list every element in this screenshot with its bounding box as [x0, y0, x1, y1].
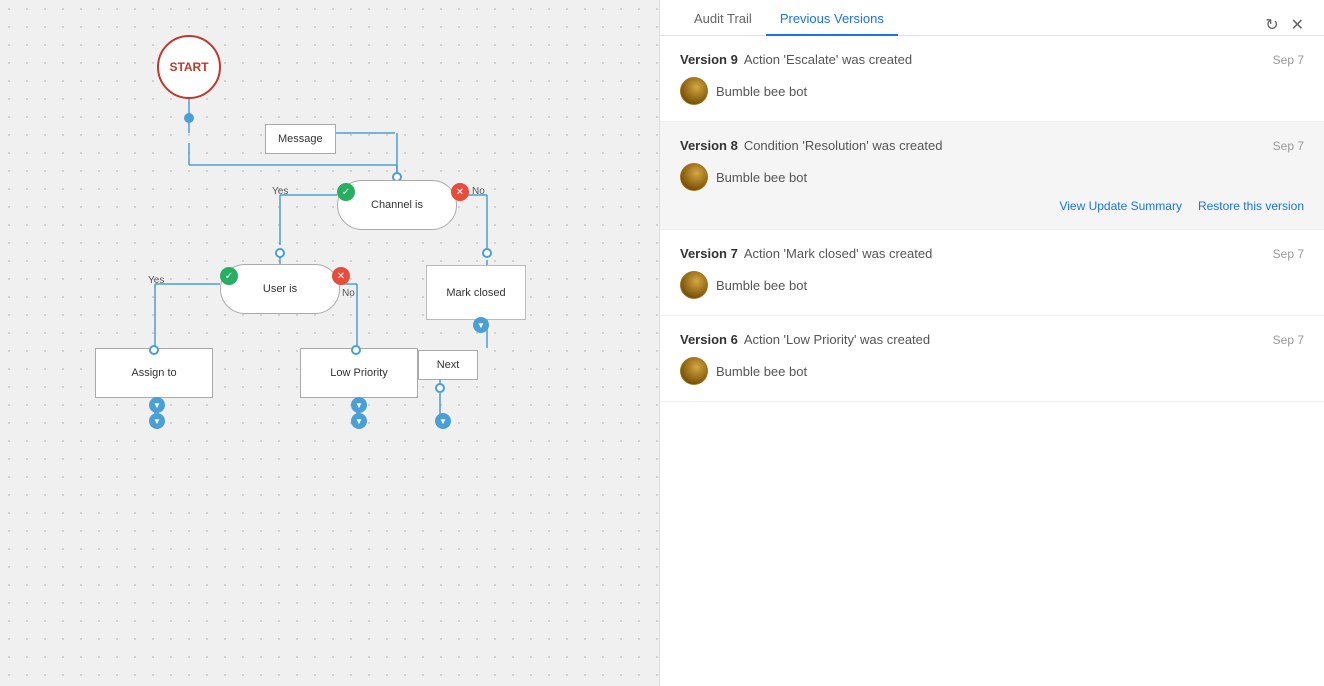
version-6-header: Version 6 Action 'Low Priority' was crea…	[680, 332, 1304, 347]
version-7-avatar	[680, 271, 708, 299]
version-item-7: Version 7 Action 'Mark closed' was creat…	[660, 230, 1324, 316]
tab-actions: ↻ ✕	[1265, 15, 1304, 35]
version-6-title: Version 6 Action 'Low Priority' was crea…	[680, 332, 930, 347]
version-9-num: Version 9	[680, 52, 738, 67]
flow-diagram: START Message Channel is ✓ ✕ Yes No User…	[0, 0, 660, 686]
next-node: Next	[418, 350, 478, 380]
assign-chevron: ▼	[149, 397, 165, 413]
yes-label-2: Yes	[148, 275, 164, 286]
tab-audit-trail[interactable]: Audit Trail	[680, 3, 766, 36]
version-7-num: Version 7	[680, 246, 738, 261]
no-label-2: No	[342, 288, 355, 299]
version-7-header: Version 7 Action 'Mark closed' was creat…	[680, 246, 1304, 261]
version-6-user: Bumble bee bot	[680, 357, 1304, 385]
version-9-title: Version 9 Action 'Escalate' was created	[680, 52, 912, 67]
message-node: Message	[265, 124, 336, 154]
version-8-footer: View Update Summary Restore this version	[680, 199, 1304, 213]
version-8-header: Version 8 Condition 'Resolution' was cre…	[680, 138, 1304, 153]
channel-check-icon: ✓	[337, 183, 355, 201]
version-8-date: Sep 7	[1273, 139, 1304, 153]
version-6-date: Sep 7	[1273, 333, 1304, 347]
start-node: START	[157, 35, 221, 99]
channel-cross-icon: ✕	[451, 183, 469, 201]
yes-label-1: Yes	[272, 186, 288, 197]
version-6-avatar	[680, 357, 708, 385]
version-8-avatar	[680, 163, 708, 191]
connector-dot-assign-top	[149, 345, 159, 355]
connector-dot-lp-top	[351, 345, 361, 355]
version-7-title: Version 7 Action 'Mark closed' was creat…	[680, 246, 932, 261]
version-8-user: Bumble bee bot	[680, 163, 1304, 191]
lp-chevron-2: ▼	[351, 413, 367, 429]
no-label-1: No	[472, 186, 485, 197]
connector-dot-1	[184, 113, 194, 123]
connector-dot-3	[275, 248, 285, 258]
channel-node: Channel is	[337, 180, 457, 230]
version-7-date: Sep 7	[1273, 247, 1304, 261]
version-list: Version 9 Action 'Escalate' was created …	[660, 36, 1324, 686]
version-6-username: Bumble bee bot	[716, 364, 807, 379]
version-6-desc: Action 'Low Priority' was created	[744, 332, 930, 347]
version-item-8: Version 8 Condition 'Resolution' was cre…	[660, 122, 1324, 230]
next-chevron-2: ▼	[435, 413, 451, 429]
tabs-bar: Audit Trail Previous Versions ↻ ✕	[660, 0, 1324, 36]
close-button[interactable]: ✕	[1291, 15, 1304, 35]
connector-dot-next	[435, 383, 445, 393]
version-9-username: Bumble bee bot	[716, 84, 807, 99]
version-6-num: Version 6	[680, 332, 738, 347]
version-7-user: Bumble bee bot	[680, 271, 1304, 299]
refresh-button[interactable]: ↻	[1265, 15, 1278, 35]
version-8-num: Version 8	[680, 138, 738, 153]
version-9-date: Sep 7	[1273, 53, 1304, 67]
low-priority-node: Low Priority	[300, 348, 418, 398]
right-panel: Audit Trail Previous Versions ↻ ✕ Versio…	[660, 0, 1324, 686]
assign-chevron-2: ▼	[149, 413, 165, 429]
version-8-username: Bumble bee bot	[716, 170, 807, 185]
user-node: User is	[220, 264, 340, 314]
version-9-desc: Action 'Escalate' was created	[744, 52, 912, 67]
version-item-6: Version 6 Action 'Low Priority' was crea…	[660, 316, 1324, 402]
version-7-username: Bumble bee bot	[716, 278, 807, 293]
user-check-icon: ✓	[220, 267, 238, 285]
view-summary-button[interactable]: View Update Summary	[1059, 199, 1182, 213]
version-7-desc: Action 'Mark closed' was created	[744, 246, 933, 261]
version-9-user: Bumble bee bot	[680, 77, 1304, 105]
version-8-title: Version 8 Condition 'Resolution' was cre…	[680, 138, 942, 153]
version-8-desc: Condition 'Resolution' was created	[744, 138, 943, 153]
version-9-avatar	[680, 77, 708, 105]
restore-version-button[interactable]: Restore this version	[1198, 199, 1304, 213]
tab-previous-versions[interactable]: Previous Versions	[766, 3, 898, 36]
mark-closed-chevron: ▼	[473, 317, 489, 333]
assign-node: Assign to	[95, 348, 213, 398]
lp-chevron: ▼	[351, 397, 367, 413]
user-cross-icon: ✕	[332, 267, 350, 285]
version-item-9: Version 9 Action 'Escalate' was created …	[660, 36, 1324, 122]
mark-closed-node: Mark closed	[426, 265, 526, 320]
connector-dot-4	[482, 248, 492, 258]
version-9-header: Version 9 Action 'Escalate' was created …	[680, 52, 1304, 67]
